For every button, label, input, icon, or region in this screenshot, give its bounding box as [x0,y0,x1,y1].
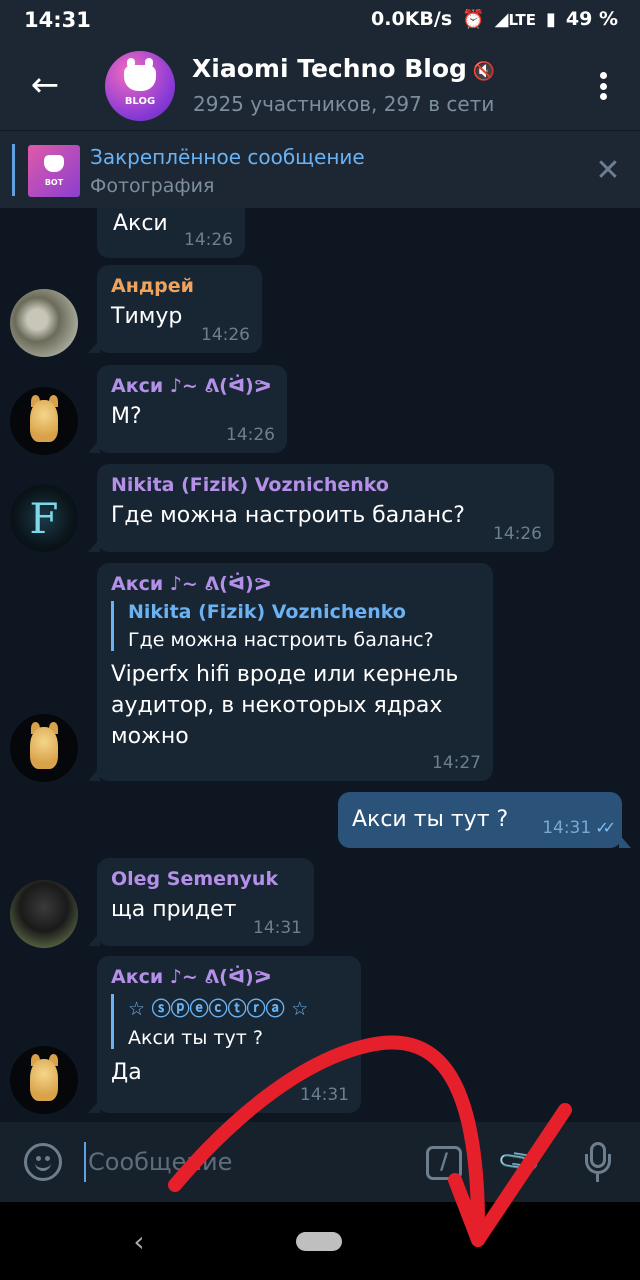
mi-bunny-icon [44,155,64,172]
reply-sender: Nikita (Fizik) Voznichenko [128,601,406,623]
message-time: 14:26 [184,230,233,250]
message-time: 14:27 [432,753,481,773]
chat-header: ← BLOG Xiaomi Techno Blog 🔇 2925 участник… [0,40,640,130]
avatar[interactable]: F [10,484,78,552]
chat-subtitle: 2925 участников, 297 в сети [193,92,495,116]
sender-name[interactable]: Oleg Semenyuk [111,868,300,890]
status-indicators: 0.0KB/s ⏰ ◢LTE ▮ 49 % [371,8,618,30]
slash-command-icon[interactable]: / [426,1146,462,1180]
network-speed: 0.0KB/s [371,8,453,30]
mute-icon: 🔇 [472,61,496,82]
signal-icon: ◢ [494,9,509,30]
avatar-letter: F [29,494,59,543]
bubble-tail [88,932,100,946]
reply-text: Акси ты тут ? [128,1027,263,1049]
bubble-tail [88,538,100,552]
paperclip-icon[interactable]: 📎 [492,1134,548,1190]
message-bubble[interactable]: Акси 14:26 [97,208,245,258]
close-icon[interactable]: ✕ [590,153,626,189]
bubble-tail [88,439,100,453]
bubble-tail [88,339,100,353]
message-time: 14:26 [226,425,275,445]
message-text: Где можна настроить баланс? [111,503,465,528]
reply-text: Где можна настроить баланс? [128,629,434,651]
sender-name[interactable]: Акси ♪~ ᕕ(ᐛ)ᕗ [111,375,273,397]
sender-name[interactable]: Акси ♪~ ᕕ(ᐛ)ᕗ [111,966,347,988]
smile-icon[interactable] [24,1143,62,1181]
message-bubble[interactable]: Nikita (Fizik) Voznichenko Где можна нас… [88,464,554,552]
message-bubble[interactable]: Oleg Semenyuk ща придет 14:31 [88,858,314,946]
pinned-thumbnail: BOT [28,145,80,197]
mi-bunny-icon [124,58,156,91]
pinned-title: Закреплённое сообщение [90,145,365,169]
message-text-line: аудитор, в некоторых ядрах [111,693,443,718]
avatar[interactable] [10,1046,78,1114]
avatar[interactable] [10,880,78,948]
thumbnail-label: BOT [44,178,64,187]
nav-home-pill[interactable] [296,1232,342,1251]
nav-back-icon[interactable]: ‹ [124,1222,154,1262]
message-bubble[interactable]: Андрей Тимур 14:26 [88,265,262,353]
avatar[interactable] [10,387,78,455]
bubble-tail [88,767,100,781]
message-time: 14:31 [253,918,302,938]
message-list[interactable]: Акси 14:26 Андрей Тимур 14:26 Акси ♪~ ᕕ(… [0,208,640,1122]
battery-icon: ▮ [546,8,556,30]
system-nav-bar: ‹ [0,1202,640,1280]
pinned-subtitle: Фотография [90,175,215,197]
message-bubble[interactable]: Акси ♪~ ᕕ(ᐛ)ᕗ ☆ ⓢⓟⓔⓒⓣⓡⓐ ☆ Акси ты тут ? … [88,956,361,1113]
message-time: 14:26 [493,524,542,544]
status-bar: 14:31 0.0KB/s ⏰ ◢LTE ▮ 49 % [0,0,640,40]
more-vertical-icon[interactable] [588,66,618,106]
bubble-tail [88,1099,100,1113]
pinned-accent-bar [12,144,15,196]
chat-title[interactable]: Xiaomi Techno Blog 🔇 [192,54,495,83]
message-time: 14:31 [300,1085,349,1105]
avatar-label: BLOG [124,96,156,107]
sender-name[interactable]: Nikita (Fizik) Voznichenko [111,474,540,496]
message-time: 14:26 [201,325,250,345]
bubble-tail [619,834,631,848]
microphone-icon[interactable] [580,1142,616,1184]
channel-avatar[interactable]: BLOG [105,51,175,121]
network-type: ◢LTE [494,9,536,30]
reply-sender: ☆ ⓢⓟⓔⓒⓣⓡⓐ ☆ [128,998,309,1020]
battery-level: 49 % [565,8,618,30]
message-text: Акси [113,211,168,236]
reply-quote[interactable]: ☆ ⓢⓟⓔⓒⓣⓡⓐ ☆ Акси ты тут ? [111,994,347,1049]
avatar[interactable] [10,714,78,782]
double-check-icon: ✓✓ [595,818,616,837]
arrow-left-icon[interactable]: ← [20,62,70,108]
alarm-icon: ⏰ [462,8,485,30]
pinned-message[interactable]: BOT Закреплённое сообщение Фотография ✕ [0,130,640,208]
message-input[interactable] [84,1142,404,1182]
status-time: 14:31 [24,8,91,32]
message-bubble[interactable]: Акси ♪~ ᕕ(ᐛ)ᕗ Nikita (Fizik) Voznichenko… [88,563,493,781]
message-bubble[interactable]: Акси ♪~ ᕕ(ᐛ)ᕗ М? 14:26 [88,365,287,453]
message-text: Акси ты тут ? [352,807,509,832]
message-text-line: можно [111,724,189,749]
reply-quote[interactable]: Nikita (Fizik) Voznichenko Где можна нас… [111,601,479,651]
outgoing-message-bubble[interactable]: Акси ты тут ? 14:31 ✓✓ [338,792,631,848]
avatar[interactable] [10,289,78,357]
sender-name[interactable]: Акси ♪~ ᕕ(ᐛ)ᕗ [111,573,479,595]
message-time: 14:31 ✓✓ [542,818,616,838]
compose-bar: / 📎 [0,1122,640,1202]
message-text: Да [111,1060,142,1085]
sender-name[interactable]: Андрей [111,275,248,297]
message-text-line: Viperfx hifi вроде или кернель [111,662,459,687]
